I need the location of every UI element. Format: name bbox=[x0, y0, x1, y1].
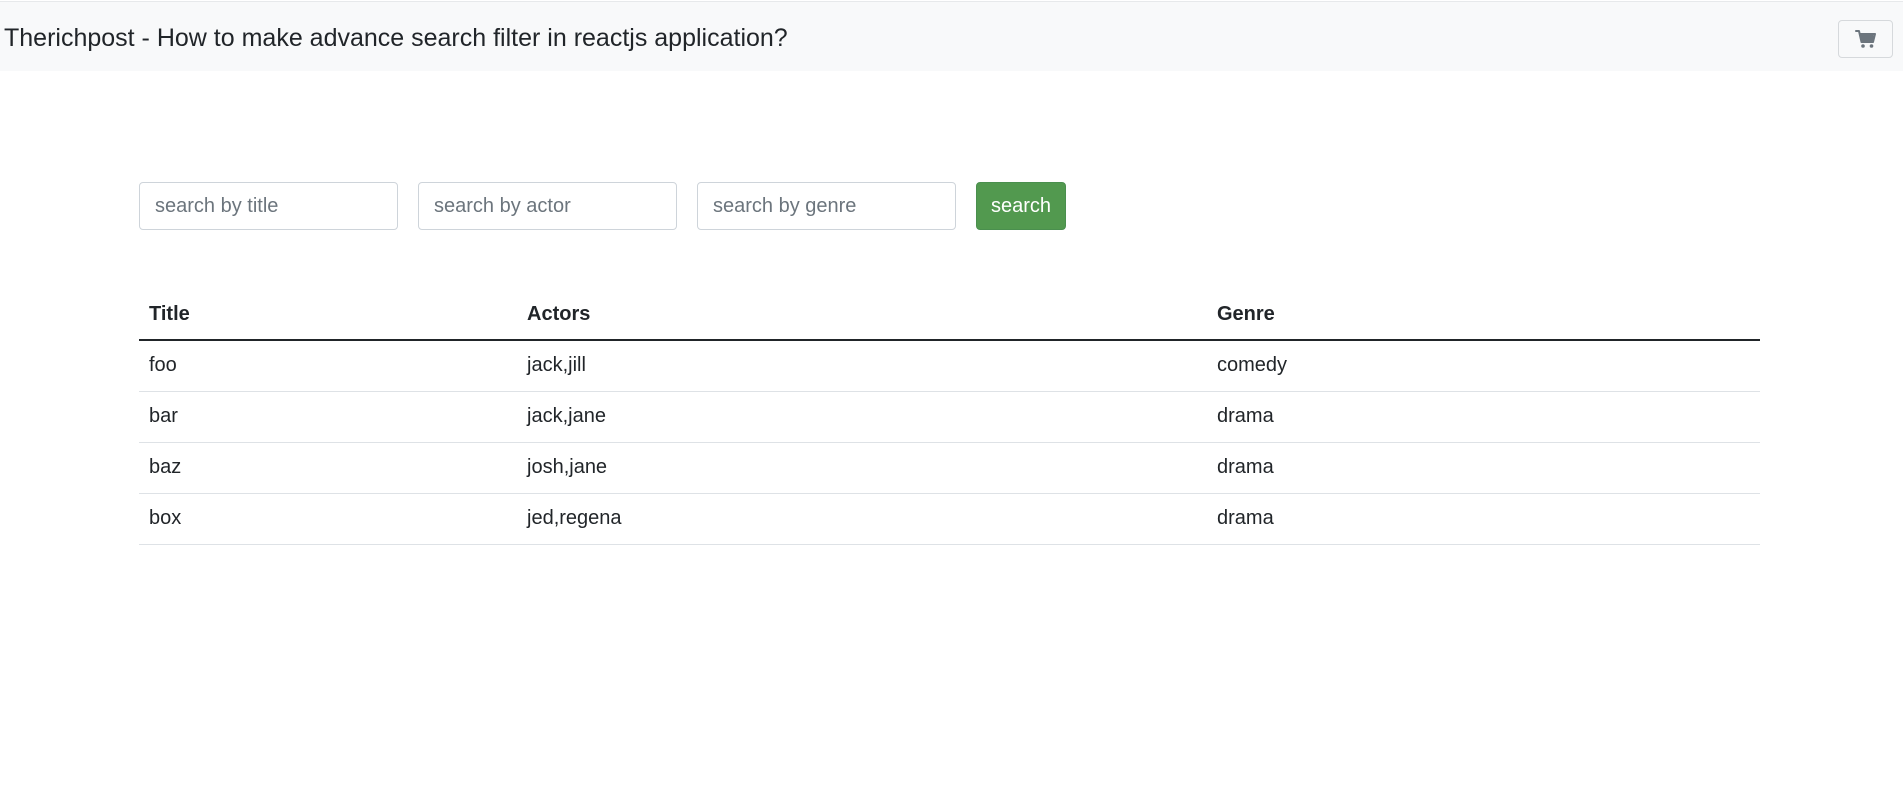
shopping-cart-icon bbox=[1854, 29, 1877, 49]
cell-actors: jack,jane bbox=[517, 391, 1207, 443]
cart-button[interactable] bbox=[1838, 20, 1893, 58]
cell-genre: drama bbox=[1207, 442, 1760, 494]
table-row: box jed,regena drama bbox=[139, 493, 1760, 545]
cell-genre: comedy bbox=[1207, 340, 1760, 392]
actor-search-input[interactable] bbox=[418, 182, 677, 230]
cell-title: baz bbox=[139, 442, 517, 494]
cell-title: box bbox=[139, 493, 517, 545]
search-filters: search bbox=[139, 182, 1066, 230]
cell-actors: josh,jane bbox=[517, 442, 1207, 494]
navbar-brand[interactable]: Therichpost - How to make advance search… bbox=[4, 2, 788, 72]
cell-actors: jack,jill bbox=[517, 340, 1207, 392]
column-header-genre: Genre bbox=[1207, 290, 1760, 341]
cell-actors: jed,regena bbox=[517, 493, 1207, 545]
table-row: bar jack,jane drama bbox=[139, 391, 1760, 443]
cell-title: bar bbox=[139, 391, 517, 443]
cell-genre: drama bbox=[1207, 493, 1760, 545]
column-header-title: Title bbox=[139, 290, 517, 341]
search-button[interactable]: search bbox=[976, 182, 1066, 230]
table-row: baz josh,jane drama bbox=[139, 442, 1760, 494]
column-header-actors: Actors bbox=[517, 290, 1207, 341]
genre-search-input[interactable] bbox=[697, 182, 956, 230]
cell-genre: drama bbox=[1207, 391, 1760, 443]
table-header-row: Title Actors Genre bbox=[139, 290, 1760, 341]
navbar: Therichpost - How to make advance search… bbox=[0, 1, 1903, 71]
movies-table: Title Actors Genre foo jack,jill comedy … bbox=[139, 290, 1760, 545]
cell-title: foo bbox=[139, 340, 517, 392]
title-search-input[interactable] bbox=[139, 182, 398, 230]
table-row: foo jack,jill comedy bbox=[139, 340, 1760, 392]
